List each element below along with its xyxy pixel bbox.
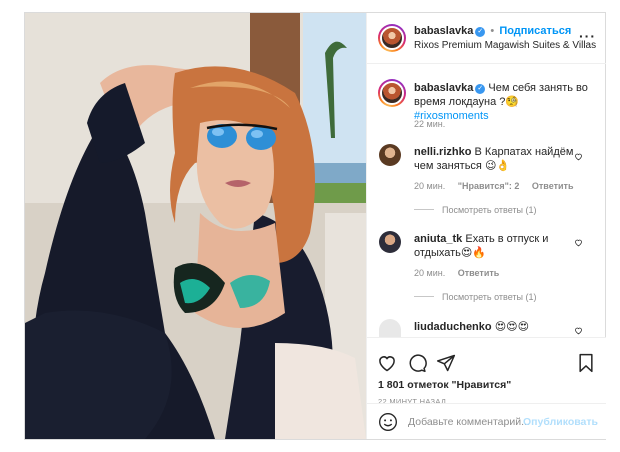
like-comment-heart-icon[interactable] — [574, 152, 583, 161]
header-title-row: babaslavka ✓ • Подписаться — [414, 25, 571, 37]
more-dots-icon[interactable]: ··· — [579, 29, 596, 43]
comment-input[interactable]: Добавьте комментарий... — [408, 416, 530, 428]
commenter-avatar[interactable] — [379, 319, 401, 337]
like-comment-heart-icon[interactable] — [574, 326, 583, 335]
comment-emoji: 😍🔥 — [460, 247, 487, 259]
comment-likes[interactable]: "Нравится": 2 — [458, 181, 520, 191]
likes-count[interactable]: 1 801 отметок "Нравится" — [378, 379, 511, 391]
publish-button[interactable]: Опубликовать — [523, 416, 598, 428]
comment-meta: 20 мин. Ответить — [414, 268, 499, 278]
post-header: babaslavka ✓ • Подписаться Rixos Premium … — [367, 13, 606, 64]
commenter-avatar[interactable] — [379, 231, 401, 253]
view-replies-label: Посмотреть ответы (1) — [442, 292, 537, 302]
comment-meta: 20 мин. "Нравится": 2 Ответить — [414, 181, 573, 191]
share-paper-plane-icon[interactable] — [436, 353, 456, 373]
caption-emoji: 🧐 — [505, 96, 520, 108]
emoji-smiley-icon[interactable] — [378, 412, 398, 432]
caption-text: babaslavka ✓ Чем себя занять во время лок… — [414, 81, 594, 123]
replies-dash — [414, 209, 434, 210]
instagram-post: babaslavka ✓ • Подписаться Rixos Premium … — [24, 12, 606, 440]
comment-time: 20 мин. — [414, 268, 446, 278]
view-replies-button[interactable]: Посмотреть ответы (1) — [414, 292, 537, 302]
author-avatar[interactable] — [378, 24, 406, 52]
location-link[interactable]: Rixos Premium Magawish Suites & Villas — [414, 40, 596, 51]
view-replies-label: Посмотреть ответы (1) — [442, 205, 537, 215]
view-replies-button[interactable]: Посмотреть ответы (1) — [414, 205, 537, 215]
verified-badge-icon: ✓ — [475, 84, 486, 94]
comment-text: aniuta_tk Ехать в отпуск и отдыхать😍🔥 — [414, 232, 574, 260]
replies-dash — [414, 296, 434, 297]
caption-username[interactable]: babaslavka — [414, 82, 473, 94]
follow-button[interactable]: Подписаться — [499, 25, 571, 37]
reply-button[interactable]: Ответить — [532, 181, 574, 191]
like-comment-heart-icon[interactable] — [574, 238, 583, 247]
save-bookmark-icon[interactable] — [577, 353, 595, 373]
comment-bubble-icon[interactable] — [407, 353, 427, 373]
caption-time: 22 мин. — [414, 119, 446, 129]
comment-text: liudaduchenko 😍😍😍 — [414, 320, 574, 334]
comment-username[interactable]: aniuta_tk — [414, 233, 462, 245]
comment-text: nelli.rizhko В Карпатах найдём чем занят… — [414, 145, 574, 173]
comment-emoji: 😍😍😍 — [494, 321, 530, 333]
author-username[interactable]: babaslavka — [414, 25, 473, 37]
photo-illustration — [25, 13, 366, 439]
post-photo[interactable] — [25, 13, 366, 439]
commenter-avatar[interactable] — [379, 144, 401, 166]
comment-time: 20 мин. — [414, 181, 446, 191]
reply-button[interactable]: Ответить — [458, 268, 500, 278]
separator-dot: • — [490, 25, 495, 37]
comment-emoji: 😉👌 — [484, 160, 511, 172]
comment-username[interactable]: liudaduchenko — [414, 321, 492, 333]
add-comment-bar: Добавьте комментарий... Опубликовать — [367, 403, 606, 439]
like-heart-icon[interactable] — [377, 353, 397, 373]
comment-username[interactable]: nelli.rizhko — [414, 146, 471, 158]
verified-badge-icon: ✓ — [475, 27, 486, 37]
caption-avatar[interactable] — [378, 79, 406, 107]
post-side-panel: babaslavka ✓ • Подписаться Rixos Premium … — [366, 13, 606, 439]
